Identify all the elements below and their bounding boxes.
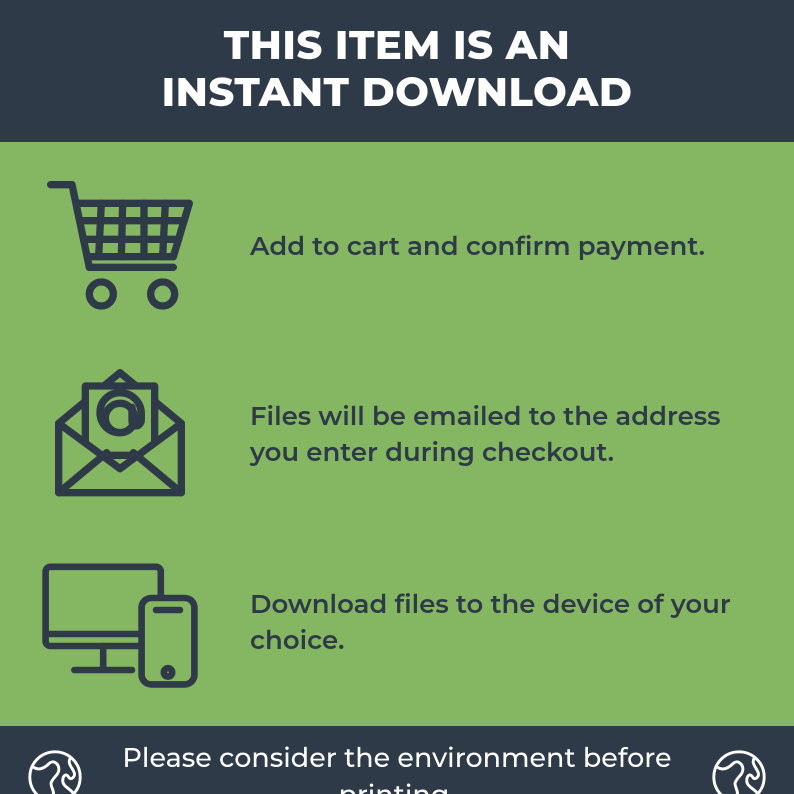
step-row: Add to cart and confirm payment. (36, 166, 754, 326)
step-row: Download files to the device of your cho… (36, 542, 754, 702)
cart-icon (36, 166, 204, 326)
header-banner: THIS ITEM IS AN INSTANT DOWNLOAD (0, 0, 794, 142)
step-text: Download files to the device of your cho… (250, 586, 754, 659)
step-text: Files will be emailed to the address you… (250, 398, 754, 471)
devices-icon (36, 542, 204, 702)
header-line-2: INSTANT DOWNLOAD (20, 69, 774, 116)
step-text: Add to cart and confirm payment. (250, 228, 754, 264)
steps-panel: Add to cart and confirm payment. Files w… (0, 142, 794, 726)
footer-text: Please consider the environment before p… (96, 740, 698, 794)
globe-icon (708, 746, 770, 794)
email-icon (36, 354, 204, 514)
step-row: Files will be emailed to the address you… (36, 354, 754, 514)
footer-banner: Please consider the environment before p… (0, 726, 794, 794)
globe-icon (24, 746, 86, 794)
header-line-1: THIS ITEM IS AN (20, 22, 774, 69)
